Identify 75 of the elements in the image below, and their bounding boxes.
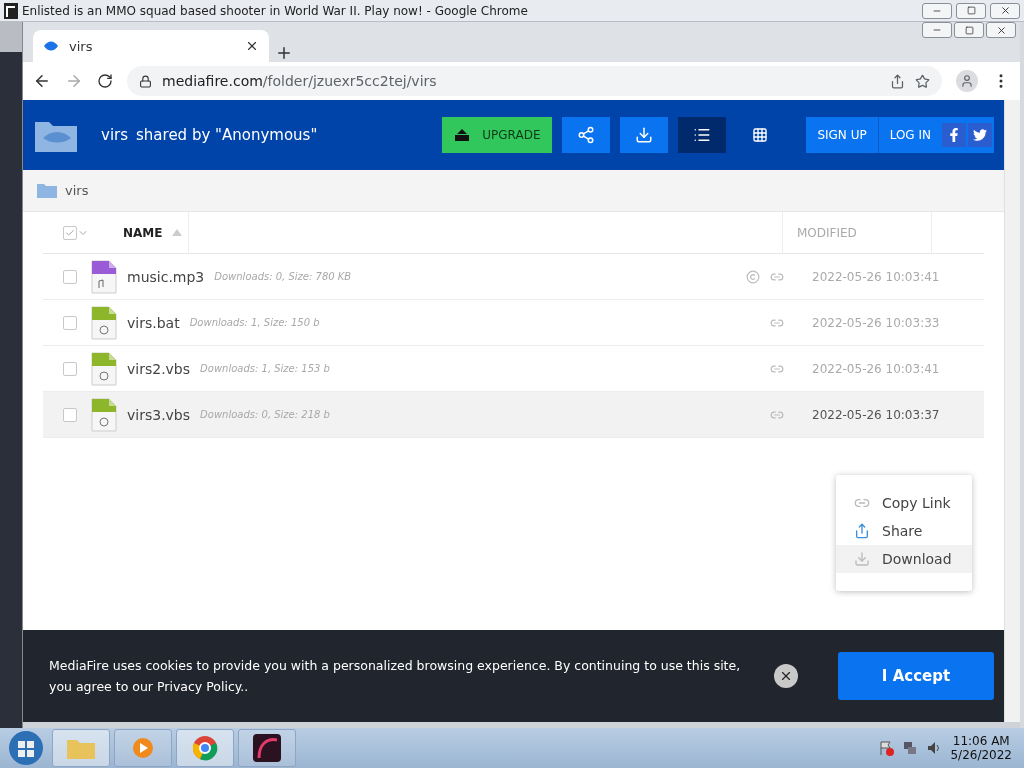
row-checkbox[interactable] (63, 315, 77, 330)
window-title: Enlisted is an MMO squad based shooter in World War II. Play now! - Google Chrome (22, 3, 529, 18)
modified-date: 2022-05-26 10:03:41 (811, 361, 941, 376)
close-button[interactable] (774, 664, 798, 688)
accept-button[interactable]: I Accept (838, 652, 994, 700)
grid-icon (752, 127, 769, 143)
list-icon (693, 126, 712, 144)
back-icon[interactable] (33, 72, 51, 90)
menu-item[interactable]: Share (836, 517, 972, 545)
upgrade-button[interactable]: UPGRADE (442, 117, 553, 153)
modified-date: 2022-05-26 10:03:33 (811, 315, 941, 330)
facebook-icon[interactable] (942, 123, 966, 147)
maximize-button[interactable] (956, 2, 986, 19)
close-icon (999, 5, 1011, 16)
file-name[interactable]: virs3.vbs (127, 406, 191, 423)
row-checkbox[interactable] (63, 361, 77, 376)
script-file-icon (91, 305, 117, 340)
app-taskbar-icon[interactable] (238, 729, 296, 767)
folder-taskbar-icon[interactable] (52, 729, 110, 767)
app-icon (4, 2, 18, 19)
modified-date: 2022-05-26 10:03:37 (811, 407, 941, 422)
lock-icon (139, 74, 152, 88)
profile-icon[interactable] (956, 70, 978, 92)
check-icon (65, 227, 75, 238)
folder-icon (37, 183, 57, 198)
sign-up-button[interactable]: SIGN UP (806, 117, 879, 153)
file-name[interactable]: virs2.vbs (127, 360, 191, 377)
share-button[interactable] (562, 117, 611, 153)
select-all-checkbox[interactable] (63, 225, 77, 240)
cookie-notice: MediaFire uses cookies to provide you with a personalized browsing experience. By continuing to use this site, you agree to our Privacy Policy.. (49, 657, 742, 696)
browser-tab[interactable]: virs (33, 30, 269, 62)
file-meta: Downloads: 1, Size: 153 b (200, 363, 331, 374)
file-name[interactable]: virs.bat (127, 314, 180, 331)
script-file-icon (91, 351, 117, 386)
share-icon (577, 126, 596, 144)
modified-date: 2022-05-26 10:03:41 (811, 269, 941, 284)
close-icon (995, 24, 1007, 36)
file-meta: Downloads: 0, Size: 218 b (200, 409, 331, 420)
row-checkbox[interactable] (63, 407, 77, 422)
close-icon (779, 669, 793, 683)
flag-icon[interactable] (878, 740, 895, 756)
file-meta: Downloads: 1, Size: 150 b (189, 317, 321, 328)
file-meta: Downloads: 0, Size: 780 KB (214, 271, 353, 282)
download-icon (854, 551, 870, 567)
reload-icon[interactable] (97, 73, 113, 89)
new-tab-icon[interactable] (275, 44, 293, 62)
minimize-button[interactable] (922, 2, 952, 19)
log-in-button[interactable]: LOG IN (878, 117, 942, 153)
star-icon[interactable] (915, 73, 930, 89)
breadcrumb-link[interactable]: virs (65, 183, 89, 198)
folder-title: virs (101, 126, 129, 144)
maximize-button[interactable] (954, 22, 984, 38)
file-row[interactable]: virs3.vbs Downloads: 0, Size: 218 b 2022-05-26 10:03:37 (43, 392, 984, 438)
upload-icon (454, 128, 471, 142)
forward-icon[interactable] (65, 72, 83, 90)
file-name[interactable]: music.mp3 (127, 268, 205, 285)
address-field[interactable]: mediafire.com/folder/jzuexr5cc2tej/virs (127, 66, 942, 96)
list-view-button[interactable] (678, 117, 727, 153)
menu-item[interactable]: Copy Link (836, 489, 972, 517)
row-checkbox[interactable] (63, 269, 77, 284)
menu-item[interactable]: Download (836, 545, 972, 573)
column-header[interactable]: NAME (123, 225, 163, 240)
share-icon[interactable] (890, 73, 905, 89)
shared-by-label: shared by "Anonymous" (136, 126, 319, 144)
network-icon[interactable] (902, 740, 919, 756)
close-icon[interactable] (245, 39, 259, 53)
clock[interactable]: 11:06 AM 5/26/2022 (950, 734, 1012, 762)
download-button[interactable] (620, 117, 669, 153)
script-file-icon (91, 397, 117, 432)
scrollbar[interactable] (1004, 100, 1020, 722)
download-icon (635, 126, 654, 144)
twitter-icon[interactable] (968, 123, 992, 147)
share-icon (854, 523, 870, 539)
audio-file-icon (91, 259, 117, 294)
minimize-button[interactable] (922, 22, 952, 38)
